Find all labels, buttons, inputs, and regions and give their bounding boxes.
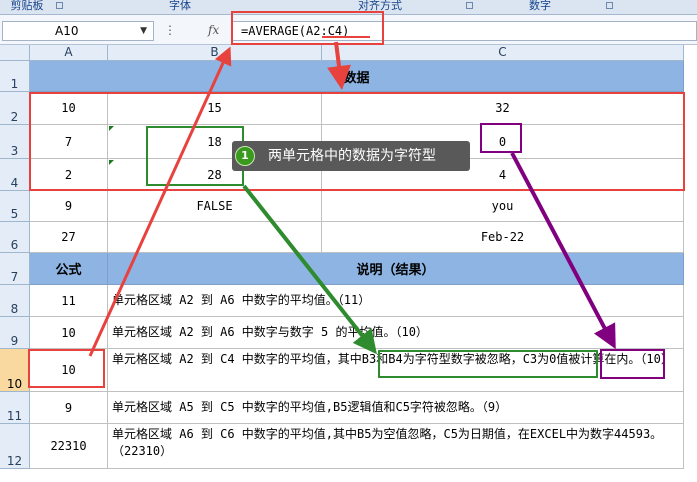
drag-handle-icon[interactable]: ⋮ — [164, 21, 176, 39]
formula-header-cell[interactable]: 公式 — [30, 253, 108, 285]
row-header[interactable]: 5 — [0, 191, 30, 222]
cell-a4[interactable]: 2 — [30, 159, 108, 191]
row-header[interactable]: 9 — [0, 317, 30, 349]
name-box[interactable]: A10 ▼ — [2, 21, 154, 41]
formula-input[interactable]: =AVERAGE(A2:C4) — [232, 21, 697, 41]
select-all-corner[interactable] — [0, 45, 30, 61]
row-header[interactable]: 3 — [0, 125, 30, 159]
ribbon-group-font[interactable]: 字体 — [90, 0, 270, 13]
insert-function-button[interactable]: fx — [208, 21, 219, 39]
error-indicator-icon — [109, 126, 114, 131]
clipboard-launcher-icon[interactable] — [56, 2, 63, 9]
ribbon-group-number[interactable]: 数字 — [480, 0, 600, 13]
column-header-c[interactable]: C — [322, 45, 684, 61]
ribbon-group-alignment[interactable]: 对齐方式 — [300, 0, 460, 13]
chevron-down-icon[interactable]: ▼ — [140, 22, 147, 40]
cell-b12[interactable]: 单元格区域 A6 到 C6 中数字的平均值,其中B5为空值忽略，C5为日期值，在… — [108, 424, 684, 469]
callout-tooltip: 1 两单元格中的数据为字符型 — [232, 141, 470, 171]
cell-b8[interactable]: 单元格区域 A2 到 A6 中数字的平均值。（11） — [108, 285, 684, 317]
cell-b5[interactable]: FALSE — [108, 191, 322, 222]
cell-b10[interactable]: 单元格区域 A2 到 C4 中数字的平均值，其中B3和B4为字符型数字被忽略，C… — [108, 349, 684, 392]
cell-a2[interactable]: 10 — [30, 92, 108, 125]
number-launcher-icon[interactable] — [606, 2, 613, 9]
column-header-b[interactable]: B — [108, 45, 322, 61]
error-indicator-icon — [109, 160, 114, 165]
cell-c2[interactable]: 32 — [322, 92, 684, 125]
row-header[interactable]: 11 — [0, 392, 30, 424]
row-header[interactable]: 1 — [0, 61, 30, 92]
cell-c6[interactable]: Feb-22 — [322, 222, 684, 253]
cell-a8[interactable]: 11 — [30, 285, 108, 317]
column-header-a[interactable]: A — [30, 45, 108, 61]
data-header-cell[interactable]: 数据 — [30, 61, 684, 92]
row-header[interactable]: 6 — [0, 222, 30, 253]
row-header[interactable]: 7 — [0, 253, 30, 285]
callout-text: 两单元格中的数据为字符型 — [268, 148, 436, 164]
row-header[interactable]: 2 — [0, 92, 30, 125]
ribbon-group-clipboard[interactable]: 剪贴板 — [4, 0, 50, 13]
cell-b9[interactable]: 单元格区域 A2 到 A6 中数字与数字 5 的平均值。（10） — [108, 317, 684, 349]
cell-a9[interactable]: 10 — [30, 317, 108, 349]
ribbon-group-bar: 剪贴板 字体 对齐方式 数字 — [0, 0, 697, 15]
cell-b6[interactable] — [108, 222, 322, 253]
name-box-value: A10 — [55, 24, 79, 38]
cell-a12[interactable]: 22310 — [30, 424, 108, 469]
cell-a3[interactable]: 7 — [30, 125, 108, 159]
row-header-selected[interactable]: 10 — [0, 349, 30, 392]
explain-header-cell[interactable]: 说明（结果） — [108, 253, 684, 285]
cell-b2[interactable]: 15 — [108, 92, 322, 125]
row-header[interactable]: 4 — [0, 159, 30, 191]
row-header[interactable]: 8 — [0, 285, 30, 317]
cell-a5[interactable]: 9 — [30, 191, 108, 222]
cell-a10-active[interactable]: 10 — [30, 349, 108, 392]
row-header[interactable]: 12 — [0, 424, 30, 469]
cell-a11[interactable]: 9 — [30, 392, 108, 424]
callout-number-badge: 1 — [235, 146, 255, 166]
alignment-launcher-icon[interactable] — [466, 2, 473, 9]
cell-a6[interactable]: 27 — [30, 222, 108, 253]
cell-b11[interactable]: 单元格区域 A5 到 C5 中数字的平均值,B5逻辑值和C5字符被忽略。（9） — [108, 392, 684, 424]
cell-c5[interactable]: you — [322, 191, 684, 222]
formula-buttons: ⋮ fx — [162, 21, 226, 41]
